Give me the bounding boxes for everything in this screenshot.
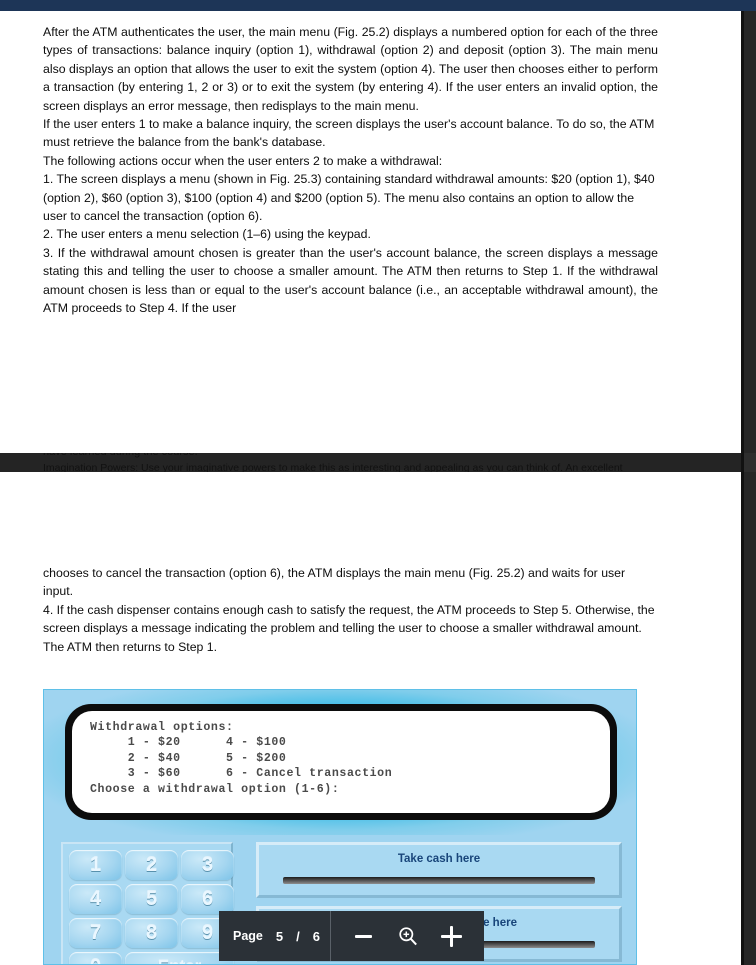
zoom-in-button[interactable] bbox=[437, 921, 467, 951]
document-page-6: chooses to cancel the transaction (optio… bbox=[0, 472, 741, 965]
plus-icon bbox=[441, 925, 463, 947]
cash-dispenser-slot: Take cash here bbox=[256, 842, 622, 898]
scrollbar-thumb[interactable] bbox=[744, 453, 756, 472]
paragraph: 4. If the cash dispenser contains enough… bbox=[43, 602, 655, 654]
keypad-key-2[interactable]: 2 bbox=[125, 850, 178, 880]
magnifier-icon bbox=[399, 927, 417, 946]
current-page-number[interactable]: 5 bbox=[276, 929, 283, 944]
document-page-5: After the ATM authenticates the user, th… bbox=[0, 11, 741, 453]
keypad-key-7[interactable]: 7 bbox=[69, 918, 122, 948]
zoom-controls-group bbox=[333, 911, 467, 961]
page-indicator-group: Page 5 / 6 bbox=[219, 911, 320, 961]
minus-icon bbox=[355, 934, 373, 938]
page-5-body-text: After the ATM authenticates the user, th… bbox=[43, 23, 658, 318]
paragraph: If the user enters 1 to make a balance i… bbox=[43, 117, 655, 150]
keypad-key-3[interactable]: 3 bbox=[181, 850, 234, 880]
pdf-page-toolbar: Page 5 / 6 bbox=[219, 911, 484, 961]
keypad-key-5[interactable]: 5 bbox=[125, 884, 178, 914]
page-label: Page bbox=[233, 929, 263, 943]
atm-display: Withdrawal options: 1 - $20 4 - $100 2 -… bbox=[72, 711, 610, 813]
atm-keypad: 1 2 3 4 5 6 7 8 9 0 Enter bbox=[61, 842, 234, 964]
cash-slot-opening bbox=[283, 877, 595, 884]
total-page-count: 6 bbox=[312, 928, 320, 944]
paragraph: After the ATM authenticates the user, th… bbox=[43, 25, 658, 113]
clipped-text-line-2: Imagination Powers: Use your imaginative… bbox=[43, 462, 623, 472]
keypad-grid: 1 2 3 4 5 6 7 8 9 0 Enter bbox=[69, 850, 234, 964]
cash-slot-label: Take cash here bbox=[397, 853, 481, 865]
atm-display-bezel: Withdrawal options: 1 - $20 4 - $100 2 -… bbox=[65, 704, 617, 820]
zoom-out-button[interactable] bbox=[349, 921, 379, 951]
paragraph: 3. If the withdrawal amount chosen is gr… bbox=[43, 245, 658, 316]
page-6-body-text: chooses to cancel the transaction (optio… bbox=[43, 564, 658, 656]
toolbar-divider bbox=[329, 911, 331, 961]
keypad-key-enter[interactable]: Enter bbox=[125, 952, 234, 964]
page-separator: / bbox=[296, 928, 300, 944]
keypad-key-8[interactable]: 8 bbox=[125, 918, 178, 948]
atm-screen-text: Withdrawal options: 1 - $20 4 - $100 2 -… bbox=[90, 721, 393, 796]
keypad-key-4[interactable]: 4 bbox=[69, 884, 122, 914]
app-top-bar bbox=[0, 0, 756, 11]
pdf-viewer: After the ATM authenticates the user, th… bbox=[0, 0, 756, 965]
page-edge-line bbox=[741, 11, 744, 965]
zoom-reset-button[interactable] bbox=[393, 921, 423, 951]
keypad-key-0[interactable]: 0 bbox=[69, 952, 122, 964]
clipped-text-line-1: have learned during the course. bbox=[43, 453, 198, 458]
keypad-key-6[interactable]: 6 bbox=[181, 884, 234, 914]
paragraph: 1. The screen displays a menu (shown in … bbox=[43, 172, 655, 224]
page-separator-band: have learned during the course. Imaginat… bbox=[0, 453, 756, 472]
paragraph: The following actions occur when the use… bbox=[43, 153, 443, 168]
paragraph: 2. The user enters a menu selection (1–6… bbox=[43, 227, 371, 242]
keypad-key-1[interactable]: 1 bbox=[69, 850, 122, 880]
paragraph: chooses to cancel the transaction (optio… bbox=[43, 566, 626, 599]
